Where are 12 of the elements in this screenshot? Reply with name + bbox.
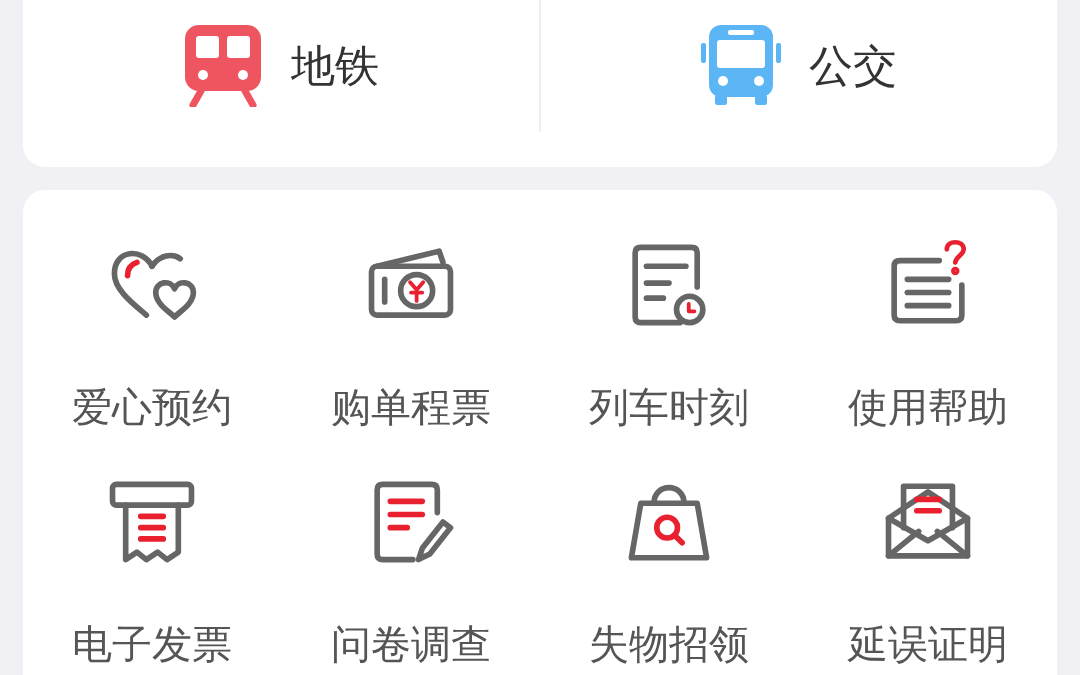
service-button[interactable]: 使用帮助 [847, 238, 1008, 435]
service-button[interactable]: 列车时刻 [589, 238, 750, 435]
service-button[interactable]: 购单程票 [330, 238, 491, 435]
transport-button[interactable]: 地铁 [183, 25, 379, 107]
service-button[interactable]: 电子发票 [72, 475, 233, 672]
transport-button[interactable]: 公交 [701, 25, 897, 107]
service-button[interactable]: 爱心预约 [72, 238, 233, 435]
service-button[interactable]: 延误证明 [847, 475, 1008, 672]
service-button[interactable]: 失物招领 [589, 475, 750, 672]
bus-icon [701, 25, 781, 107]
service-button[interactable]: 问卷调查 [330, 475, 491, 672]
subway-icon [183, 25, 263, 107]
